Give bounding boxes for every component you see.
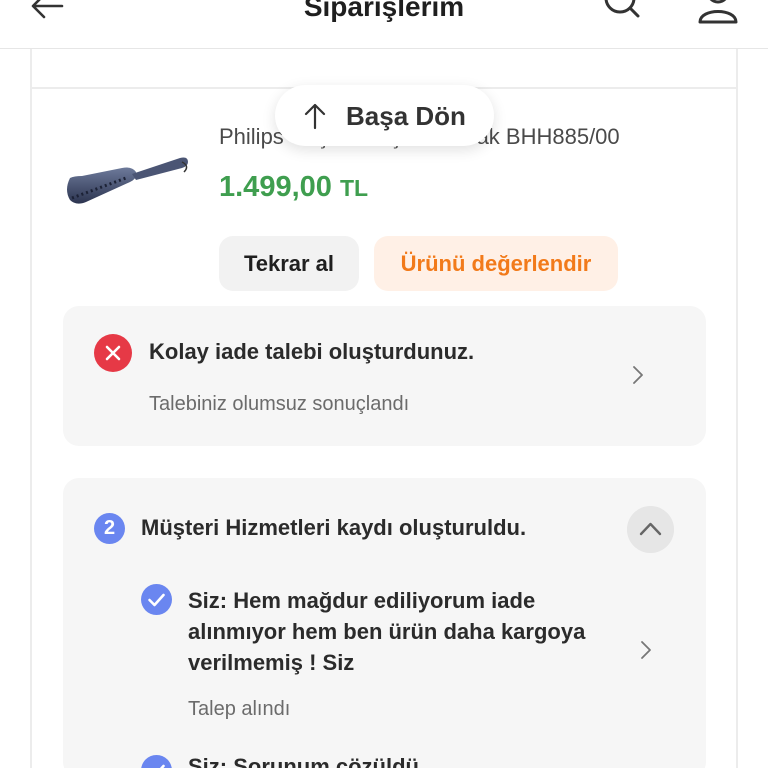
search-icon[interactable] <box>600 0 644 26</box>
check-circle-icon <box>141 755 172 768</box>
scroll-to-top-label: Başa Dön <box>346 101 466 131</box>
check-circle-icon <box>141 584 172 615</box>
previous-order-card <box>30 49 738 89</box>
return-request-status: Talebiniz olumsuz sonuçlandı <box>149 393 410 415</box>
chevron-right-icon[interactable] <box>628 363 648 387</box>
return-request-panel[interactable] <box>63 306 706 446</box>
page-title: Siparişlerim <box>303 0 465 22</box>
collapse-button[interactable] <box>627 506 674 553</box>
buy-again-button[interactable]: Tekrar al <box>219 236 359 291</box>
support-record-title: Müşteri Hizmetleri kaydı oluşturuldu. <box>141 515 527 540</box>
support-message-status: Talep alındı <box>188 698 291 720</box>
return-request-title: Kolay iade talebi oluşturdunuz. <box>149 339 475 364</box>
arrow-up-icon <box>304 103 326 130</box>
price-amount: 1.499,00 <box>219 171 332 203</box>
price-currency: TL <box>339 175 369 201</box>
support-message-text[interactable]: Siz: Sorunum çözüldü <box>188 754 419 768</box>
scroll-to-top-button[interactable]: Başa Dön <box>275 85 494 146</box>
chevron-right-icon[interactable] <box>636 638 656 662</box>
rate-product-button[interactable]: Ürünü değerlendir <box>374 236 618 291</box>
product-price: 1.499,00 TL <box>219 171 368 204</box>
step-number-badge: 2 <box>94 513 125 544</box>
close-icon <box>94 334 132 372</box>
support-message-text[interactable]: Siz: Hem mağdur ediliyorum iade alınmıyo… <box>188 585 608 678</box>
top-app-bar: Siparişlerim <box>0 0 768 49</box>
user-icon[interactable] <box>694 0 742 26</box>
product-image[interactable] <box>60 148 192 212</box>
